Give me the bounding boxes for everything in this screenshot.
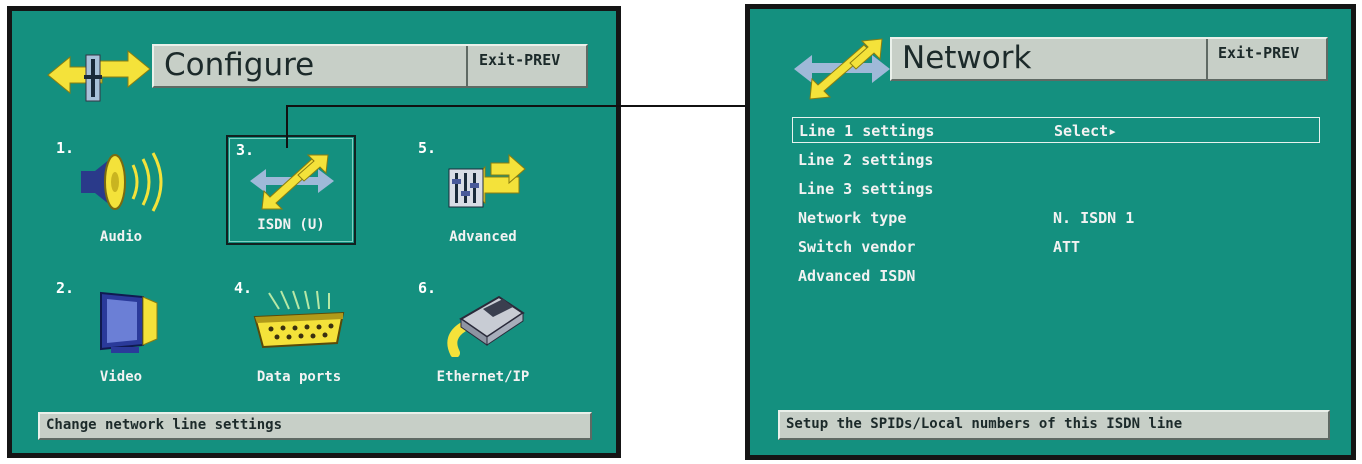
row-label: Line 1 settings bbox=[799, 122, 935, 140]
row-label: Line 2 settings bbox=[798, 151, 934, 169]
title-separator bbox=[1206, 39, 1208, 79]
menu-row-network-type[interactable]: Network type N. ISDN 1 bbox=[798, 205, 1134, 231]
row-label: Advanced ISDN bbox=[798, 267, 916, 285]
menu-row-line-2-settings[interactable]: Line 2 settings bbox=[798, 147, 933, 173]
status-bar: Setup the SPIDs/Local numbers of this IS… bbox=[778, 410, 1330, 440]
row-value: N. ISDN 1 bbox=[1053, 209, 1135, 227]
exit-prev-button[interactable]: Exit-PREV bbox=[1218, 44, 1299, 62]
menu-row-line-1-settings[interactable]: Line 1 settings Select▸ bbox=[792, 117, 1320, 143]
page-title: Network bbox=[902, 40, 1032, 76]
menu-row-advanced-isdn[interactable]: Advanced ISDN bbox=[798, 263, 915, 289]
network-screen: Network Exit-PREV Line 1 settings Select… bbox=[745, 4, 1356, 460]
network-arrows-icon bbox=[794, 38, 890, 100]
menu-row-line-3-settings[interactable]: Line 3 settings bbox=[798, 176, 933, 202]
row-value: ATT bbox=[1053, 238, 1081, 256]
row-label: Switch vendor bbox=[798, 238, 916, 256]
menu-row-switch-vendor[interactable]: Switch vendor ATT bbox=[798, 234, 1080, 260]
row-value: Select▸ bbox=[1054, 122, 1118, 140]
row-label: Network type bbox=[798, 209, 907, 227]
row-label: Line 3 settings bbox=[798, 180, 934, 198]
